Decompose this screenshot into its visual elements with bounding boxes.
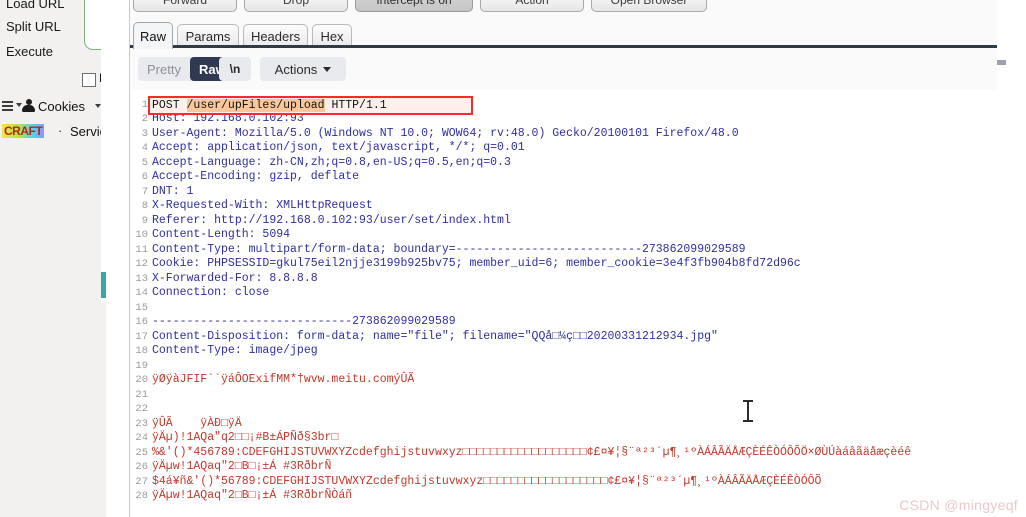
request-line: Accept-Language: zh-CN,zh;q=0.8,en-US;q=… [152,155,511,169]
newline-toggle-button[interactable]: \n [219,57,251,81]
request-line: Content-Type: multipart/form-data; bound… [152,242,746,256]
split-url-link[interactable]: Split URL [6,19,61,34]
drop-button[interactable]: Drop [244,0,348,12]
line-number: 20 [135,374,148,386]
request-line: %&'()*456789:CDEFGHIJSTUVWXYZcdefghijstu… [152,445,912,459]
request-line-text: POST /user/upFiles/upload HTTP/1.1 [152,98,387,113]
hamburger-menu-icon[interactable] [2,101,13,111]
right-edge-strip [997,0,1026,517]
request-line: Content-Type: image/jpeg [152,344,318,357]
request-line: User-Agent: Mozilla/5.0 (Windows NT 10.0… [152,126,739,140]
line-number: 17 [135,330,148,343]
request-line: ÿØÿàJFIF``ÿáÔOExifMM*†wvw.meitu.comýÛÃ [152,373,415,386]
request-line: $4á¥ñ&'()*56789:CDEFGHIJSTUVWXYZcdefghij… [152,474,822,488]
request-line: X-Forwarded-For: 8.8.8.8 [152,271,318,285]
request-http-version: HTTP/1.1 [324,99,387,112]
request-line: X-Requested-With: XMLHttpRequest [152,199,373,212]
text-cursor-icon [743,400,753,422]
request-line: DNT: 1 [152,184,194,198]
request-line: Connection: close [152,286,270,299]
intercept-toggle-button[interactable]: Intercept is on [355,0,473,12]
actions-dropdown-label: Actions [274,61,318,77]
line-number: 8 [141,200,148,212]
line-number: 10 [135,229,148,241]
pretty-view-button[interactable]: Pretty [138,57,190,81]
line-number: 18 [135,345,148,357]
forward-button[interactable]: Forward [133,0,237,12]
line-number: 27 [135,475,148,488]
request-line: ÿÄµ)!1AQa"q2□□¡#B±ÁPÑð§3br□ [152,431,339,444]
line-number: 15 [135,301,148,314]
line-number: 19 [135,359,148,372]
line-number: 3 [141,127,148,140]
request-editor[interactable]: 1 2 3 4 5 6 7 8 9 10 11 12 13 14 15 16 17 18 19 20 21 22 23 24 2… [130,90,998,517]
action-button[interactable]: Action [480,0,584,12]
request-line: ÿÄµw!1AQaq"2□B□¡±Á #3RðbrÑ [152,460,332,473]
request-line: ÿÛÃ ÿÀÐ□ÿÄ [152,416,242,430]
line-number-gutter: 1 2 3 4 5 6 7 8 9 10 11 12 13 14 15 16 17 18 19 20 21 22 23 24 2… [130,90,150,517]
execute-link[interactable]: Execute [6,44,53,59]
request-line: ÿÄµw!1AQaq"2□B□¡±Á #3RðbrÑÒáñ [152,489,353,502]
toolbar-separator: · [58,123,63,138]
tab-active-underline [130,45,998,48]
intercept-action-bar: Forward Drop Intercept is on Action Open… [130,0,998,14]
request-line: Content-Length: 5094 [152,228,291,241]
post-checkbox[interactable] [82,73,96,87]
line-number: 14 [135,287,148,299]
line-number: 7 [141,185,148,198]
line-number: 16 [135,316,148,328]
request-method: POST [152,99,187,112]
line-number: 24 [135,432,148,444]
open-browser-button[interactable]: Open Browser [591,0,707,12]
request-line: Content-Disposition: form-data; name="fi… [152,329,718,343]
watermark: CSDN @mingyeqf [899,497,1018,513]
line-number: 13 [135,272,148,285]
line-number: 5 [141,156,148,169]
editor-toolbar: Pretty Raw \n Actions [130,49,998,89]
line-number: 21 [135,388,148,401]
line-number: 9 [141,214,148,227]
cookies-menu-label[interactable]: Cookies [38,99,85,114]
chevron-down-icon [323,66,332,72]
request-line: Cookie: PHPSESSID=gkul75eil2njje3199b925… [152,257,801,270]
request-path-highlight: /user/upFiles/upload [186,99,325,112]
actions-dropdown-button[interactable]: Actions [260,57,346,81]
line-number: 26 [135,461,148,473]
line-number: 28 [135,490,148,502]
line-number: 4 [141,142,148,154]
background-column-gap [106,0,130,517]
load-url-link[interactable]: Load URL [6,0,65,11]
line-number: 11 [135,243,148,256]
request-line: Accept: application/json, text/javascrip… [152,141,525,154]
right-edge-divider [997,60,1006,65]
line-number: 22 [135,403,148,415]
request-line: -----------------------------27386209902… [152,315,456,328]
request-line: Referer: http://192.168.0.102:93/user/se… [152,213,511,227]
request-line: Accept-Encoding: gzip, deflate [152,170,360,183]
craft-logo: CRAFT [2,124,45,138]
line-number: 6 [141,171,148,183]
burp-proxy-intercept-window: Forward Drop Intercept is on Action Open… [129,0,998,517]
user-icon [22,99,35,113]
line-number: 12 [135,258,148,270]
tab-raw[interactable]: Raw [133,22,173,49]
line-number: 25 [135,446,148,459]
line-number: 23 [135,417,148,430]
